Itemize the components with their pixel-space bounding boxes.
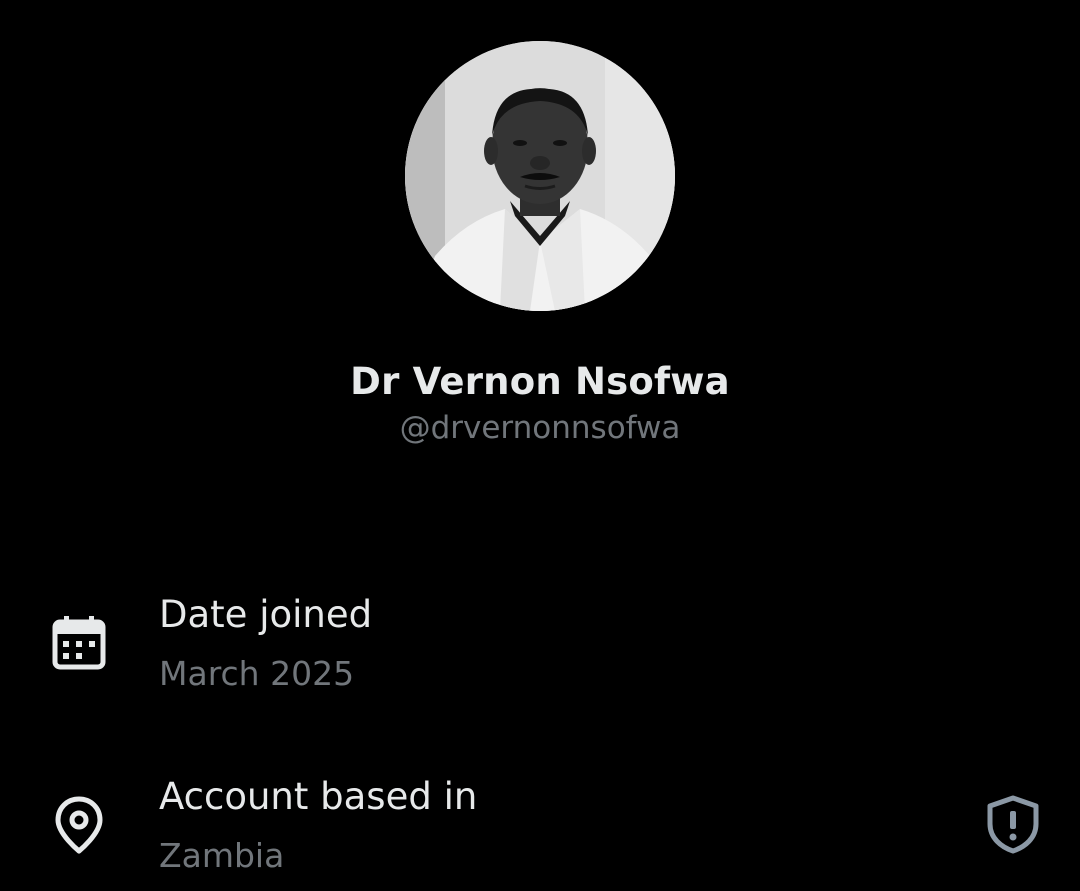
- date-joined-label: Date joined: [159, 593, 373, 636]
- display-name: Dr Vernon Nsofwa: [350, 360, 730, 403]
- location-pin-icon: [55, 796, 103, 854]
- account-based-in-value: Zambia: [159, 836, 285, 875]
- avatar[interactable]: [405, 41, 675, 311]
- username-handle: @drvernonnsofwa: [399, 410, 681, 446]
- avatar-photo: [405, 41, 675, 311]
- calendar-icon: [52, 616, 106, 670]
- date-joined-value: March 2025: [159, 654, 355, 693]
- account-based-in-label: Account based in: [159, 775, 478, 818]
- shield-alert-icon[interactable]: [983, 794, 1043, 854]
